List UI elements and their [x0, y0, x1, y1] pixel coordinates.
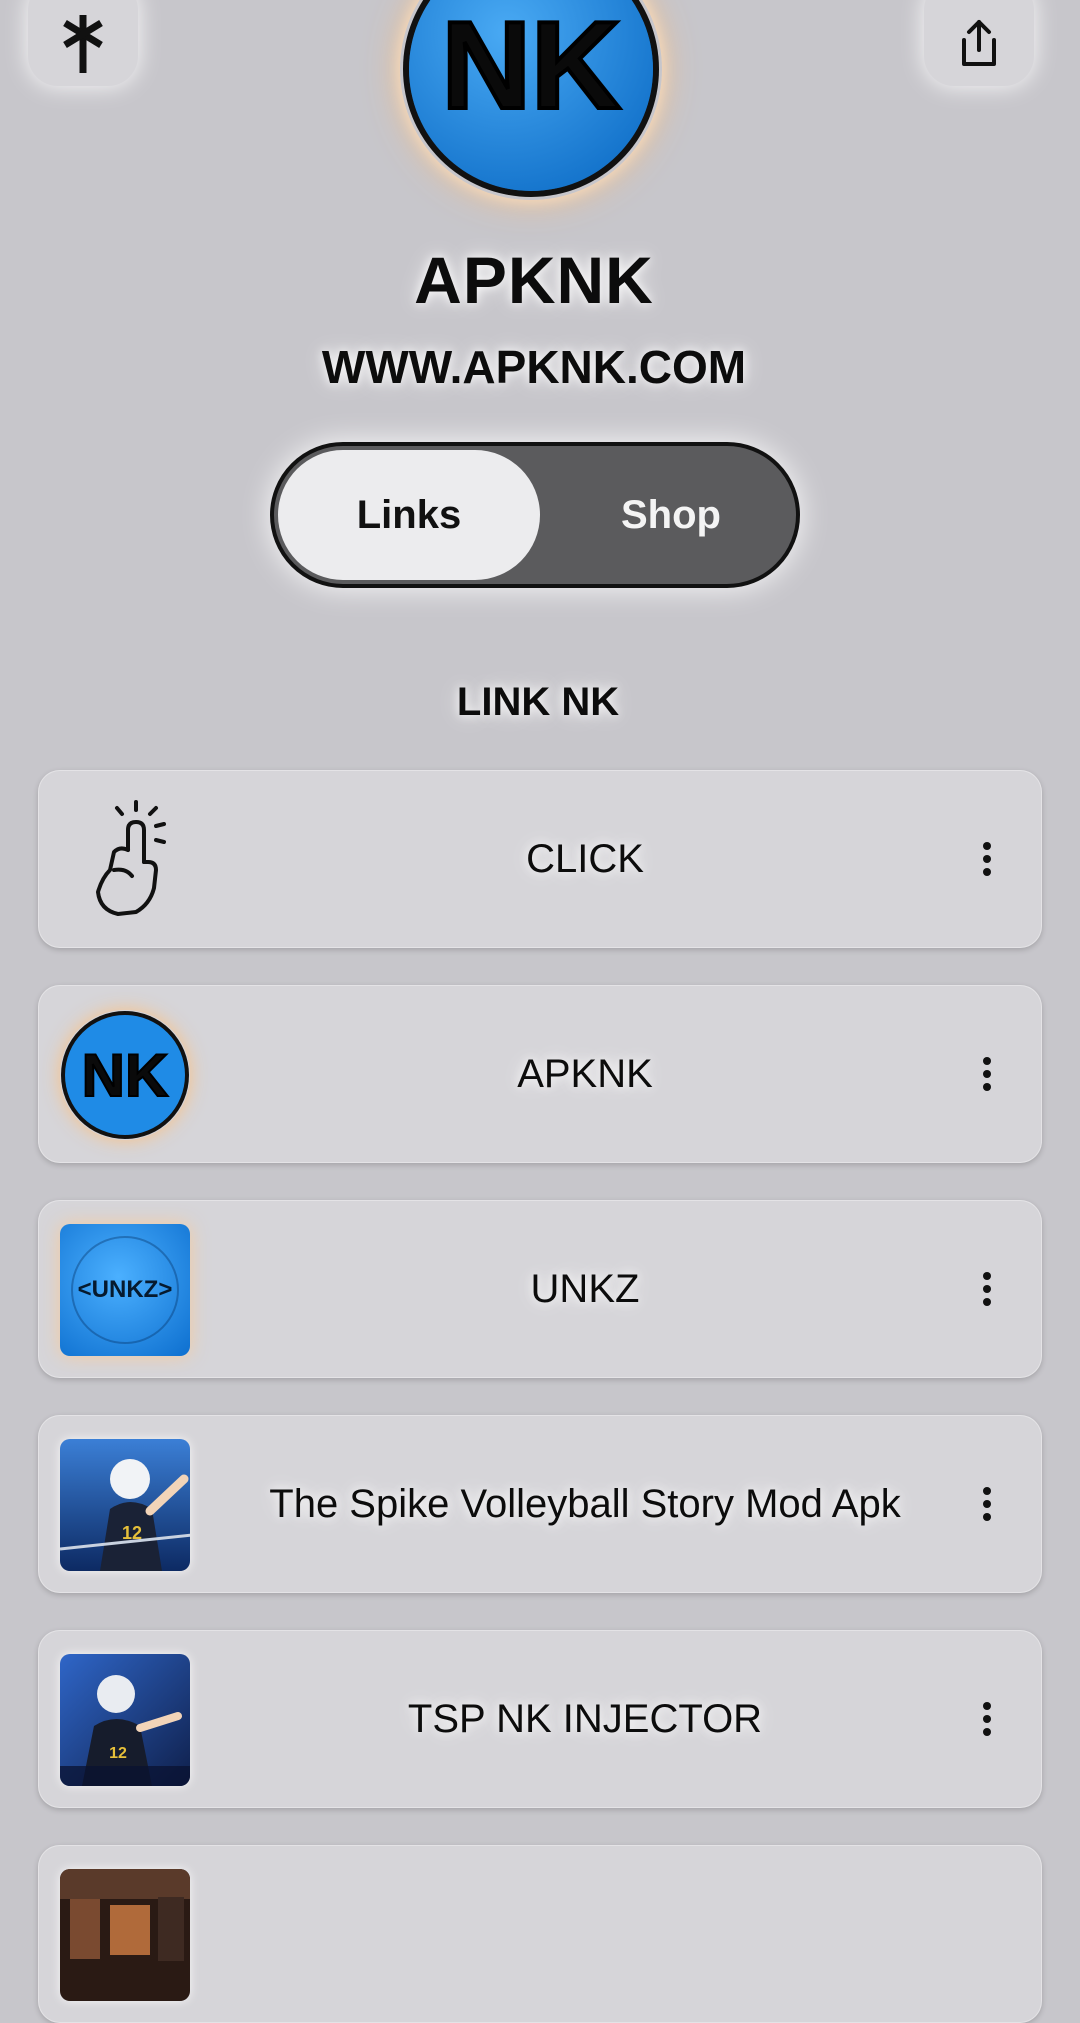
link-label: APKNK: [517, 1051, 653, 1096]
link-card-tsp-injector[interactable]: 12 TSP NK INJECTOR: [38, 1630, 1042, 1808]
link-card-spike-volleyball[interactable]: 12 The Spike Volleyball Story Mod Apk: [38, 1415, 1042, 1593]
svg-text:NK: NK: [82, 1042, 169, 1109]
link-card-partial[interactable]: [38, 1845, 1042, 2023]
link-thumbnail: <UNKZ>: [60, 1224, 190, 1356]
more-options-button[interactable]: [972, 1047, 1002, 1101]
link-thumbnail: NK: [60, 1010, 190, 1140]
link-thumbnail: 12: [60, 1439, 190, 1571]
more-options-button[interactable]: [972, 1477, 1002, 1531]
pointing-hand-icon: [96, 800, 166, 916]
profile-title: APKNK: [414, 243, 654, 317]
more-vertical-icon: [983, 1487, 991, 1521]
volleyball-player-thumbnail: 12: [60, 1439, 190, 1571]
link-label: TSP NK INJECTOR: [407, 1696, 763, 1741]
profile-avatar: NK: [403, 0, 659, 197]
share-button[interactable]: [924, 0, 1034, 86]
more-vertical-icon: [983, 1272, 991, 1306]
link-label: [208, 1845, 962, 2023]
profile-website: WWW.APKNK.COM: [321, 341, 747, 393]
link-thumbnail: [60, 1869, 190, 2001]
more-vertical-icon: [983, 1702, 991, 1736]
more-options-button[interactable]: [972, 1692, 1002, 1746]
link-card-apknk[interactable]: NK APKNK: [38, 985, 1042, 1163]
linktree-button[interactable]: [28, 0, 138, 86]
more-vertical-icon: [983, 842, 991, 876]
svg-text:NK: NK: [441, 0, 620, 135]
share-icon: [962, 20, 996, 66]
link-thumbnail: 12: [60, 1654, 190, 1786]
link-thumbnail: [60, 795, 190, 925]
more-vertical-icon: [983, 1057, 991, 1091]
volleyball-player-thumbnail: 12: [60, 1654, 190, 1786]
more-options-button[interactable]: [972, 832, 1002, 886]
nk-logo-icon: NK: [61, 1011, 189, 1139]
link-card-click[interactable]: CLICK: [38, 770, 1042, 948]
section-title: LINK NK: [456, 680, 620, 724]
link-card-unkz[interactable]: <UNKZ> UNKZ: [38, 1200, 1042, 1378]
links-shop-toggle[interactable]: Links Shop: [270, 442, 800, 588]
linktree-asterisk-icon: [63, 15, 103, 73]
link-label: The Spike Volleyball Story Mod Apk: [269, 1481, 901, 1526]
game-thumbnail: [60, 1869, 190, 2001]
svg-text:12: 12: [109, 1745, 127, 1762]
tab-links[interactable]: Links: [278, 450, 540, 580]
tab-shop[interactable]: Shop: [546, 450, 796, 580]
link-label: UNKZ: [530, 1266, 640, 1311]
unkz-logo-icon: <UNKZ>: [60, 1224, 190, 1356]
link-label: CLICK: [526, 836, 644, 881]
more-options-button[interactable]: [972, 1262, 1002, 1316]
